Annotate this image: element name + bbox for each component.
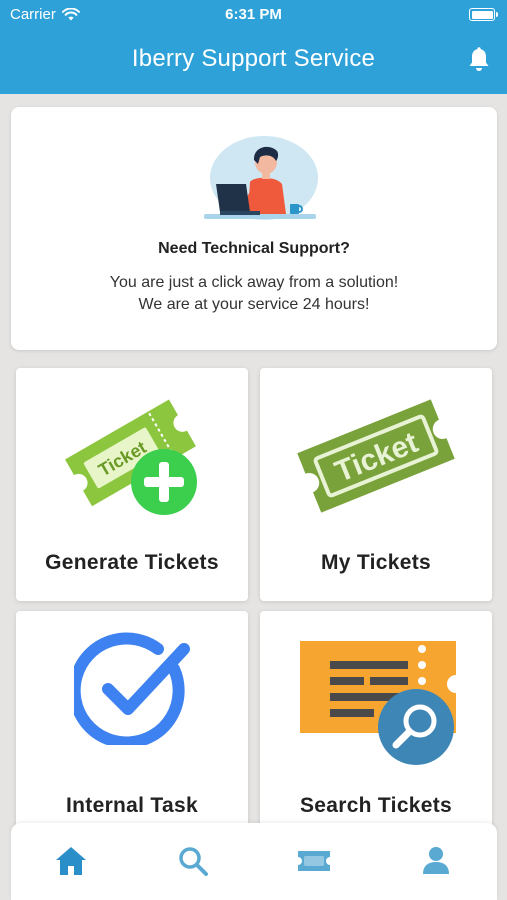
home-icon [56, 847, 86, 875]
search-tickets-label: Search Tickets [299, 794, 453, 817]
person-at-laptop-icon [204, 136, 318, 220]
page-title: Iberry Support Service [131, 45, 376, 72]
banner-heading: Need Technical Support? [158, 240, 350, 257]
banner-line-2: We are at your service 24 hours! [138, 296, 370, 313]
checkmark-circle-icon [74, 632, 190, 745]
internal-task-tile[interactable]: Internal Task [16, 611, 248, 844]
internal-task-label: Internal Task [66, 794, 198, 817]
my-tickets-tile[interactable]: Ticket My Tickets [260, 368, 492, 601]
generate-tickets-tile[interactable]: Ticket Generate Tickets [16, 368, 248, 601]
my-tickets-label: My Tickets [321, 551, 431, 574]
ticket-icon [298, 851, 330, 871]
person-icon [423, 847, 449, 874]
status-bar: Carrier 6:31 PM [0, 0, 507, 30]
generate-tickets-label: Generate Tickets [45, 551, 219, 574]
support-banner: Need Technical Support? You are just a c… [11, 107, 497, 350]
battery-icon [469, 8, 498, 21]
search-icon [179, 847, 208, 876]
app-header: Carrier 6:31 PM Iberry Support Service [0, 0, 507, 94]
banner-line-1: You are just a click away from a solutio… [109, 274, 399, 291]
bottom-nav [11, 823, 497, 900]
search-tickets-tile[interactable]: Search Tickets [260, 611, 492, 844]
ticket-icon: Ticket [297, 399, 455, 513]
bell-icon[interactable] [467, 47, 491, 73]
nav-home[interactable] [53, 843, 89, 879]
status-time: 6:31 PM [225, 6, 282, 23]
ticket-plus-icon: Ticket [65, 399, 197, 515]
nav-search[interactable] [175, 843, 211, 879]
nav-tickets[interactable] [296, 843, 332, 879]
nav-profile[interactable] [418, 843, 454, 879]
ticket-search-icon [300, 641, 456, 765]
